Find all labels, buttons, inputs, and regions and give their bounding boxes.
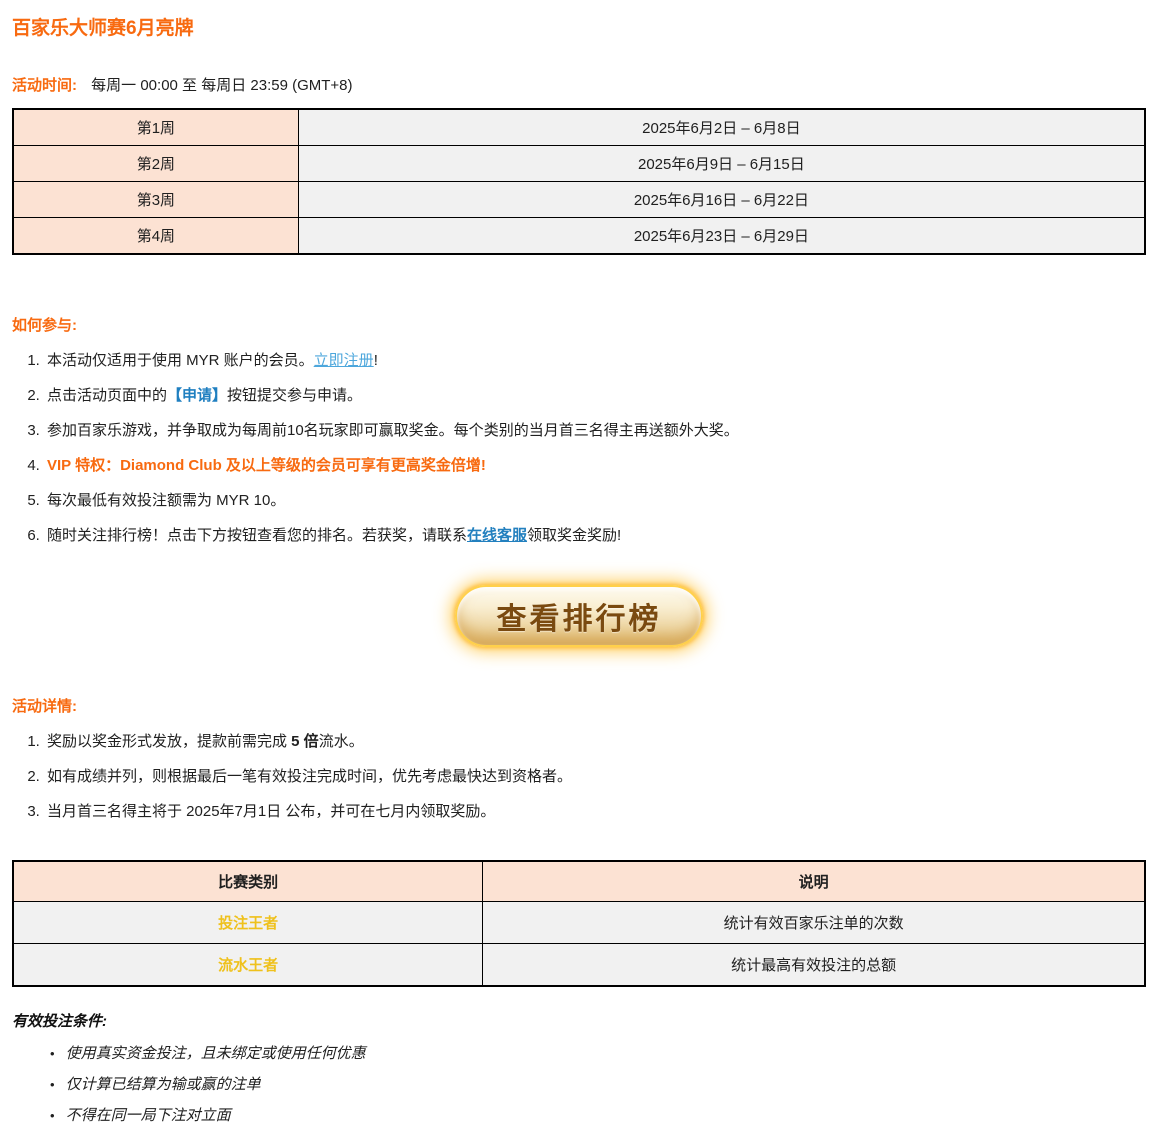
- view-leaderboard-button[interactable]: 查看排行榜: [455, 585, 703, 647]
- category-name: 流水王者: [218, 957, 278, 974]
- step6-text: 随时关注排行榜！点击下方按钮查看您的排名。若获奖，请联系: [47, 527, 467, 544]
- register-link[interactable]: 立即注册: [314, 352, 374, 369]
- categories-table: 比赛类别 说明 投注王者 统计有效百家乐注单的次数 流水王者 统计最高有效投注的…: [12, 860, 1146, 987]
- step5-text: 每次最低有效投注额需为 MYR 10。: [47, 492, 285, 509]
- list-item: VIP 特权：Diamond Club 及以上等级的会员可享有更高奖金倍增!: [44, 454, 1146, 475]
- list-item: 如有成绩并列，则根据最后一笔有效投注完成时间，优先考虑最快达到资格者。: [44, 765, 1146, 786]
- detail2-text: 如有成绩并列，则根据最后一笔有效投注完成时间，优先考虑最快达到资格者。: [47, 768, 572, 785]
- list-item: 奖励以奖金形式发放，提款前需完成 5 倍流水。: [44, 730, 1146, 751]
- how-to-join-heading: 如何参与:: [12, 314, 1146, 335]
- view-leaderboard-button-label: 查看排行榜: [497, 603, 662, 636]
- category-cell: 投注王者: [13, 902, 483, 944]
- table-row: 第4周 2025年6月23日 – 6月29日: [13, 218, 1145, 255]
- event-time-label: 活动时间:: [12, 77, 77, 94]
- page-title: 百家乐大师赛6月亮牌: [12, 13, 1146, 40]
- detail3-text: 当月首三名得主将于 2025年7月1日 公布，并可在七月内领取奖励。: [47, 803, 495, 820]
- event-time-line: 活动时间: 每周一 00:00 至 每周日 23:59 (GMT+8): [12, 74, 1146, 95]
- leaderboard-button-wrap: 查看排行榜: [12, 585, 1146, 647]
- promo-page: 百家乐大师赛6月亮牌 活动时间: 每周一 00:00 至 每周日 23:59 (…: [0, 13, 1158, 1125]
- description-cell: 统计最高有效投注的总额: [483, 944, 1145, 987]
- description-cell: 统计有效百家乐注单的次数: [483, 902, 1145, 944]
- details-list: 奖励以奖金形式发放，提款前需完成 5 倍流水。 如有成绩并列，则根据最后一笔有效…: [12, 730, 1146, 821]
- details-heading: 活动详情:: [12, 695, 1146, 716]
- detail1-suffix: 流水。: [319, 733, 364, 750]
- valid-bet-heading: 有效投注条件:: [12, 1010, 1146, 1031]
- dates-cell: 2025年6月16日 – 6月22日: [298, 182, 1145, 218]
- vip-privilege-text: VIP 特权：Diamond Club 及以上等级的会员可享有更高奖金倍增!: [47, 457, 486, 474]
- how-to-join-list: 本活动仅适用于使用 MYR 账户的会员。立即注册! 点击活动页面中的【申请】按钮…: [12, 349, 1146, 545]
- table-row: 第3周 2025年6月16日 – 6月22日: [13, 182, 1145, 218]
- step1-text: 本活动仅适用于使用 MYR 账户的会员。: [47, 352, 314, 369]
- week-cell: 第4周: [13, 218, 298, 255]
- list-item: 当月首三名得主将于 2025年7月1日 公布，并可在七月内领取奖励。: [44, 800, 1146, 821]
- apply-button-mention: 【申请】: [167, 387, 227, 404]
- turnover-multiplier: 5 倍: [291, 733, 319, 750]
- list-item: 使用真实资金投注，且未绑定或使用任何优惠: [50, 1042, 1146, 1063]
- table-row: 投注王者 统计有效百家乐注单的次数: [13, 902, 1145, 944]
- table-row: 第1周 2025年6月2日 – 6月8日: [13, 109, 1145, 146]
- week-cell: 第2周: [13, 146, 298, 182]
- step3-text: 参加百家乐游戏，并争取成为每周前10名玩家即可赢取奖金。每个类别的当月首三名得主…: [47, 422, 739, 439]
- table-header-row: 比赛类别 说明: [13, 861, 1145, 902]
- category-cell: 流水王者: [13, 944, 483, 987]
- event-time-value: 每周一 00:00 至 每周日 23:59 (GMT+8): [91, 77, 352, 94]
- dates-cell: 2025年6月2日 – 6月8日: [298, 109, 1145, 146]
- list-item: 点击活动页面中的【申请】按钮提交参与申请。: [44, 384, 1146, 405]
- table-row: 第2周 2025年6月9日 – 6月15日: [13, 146, 1145, 182]
- step6-suffix: 领取奖金奖励!: [527, 527, 621, 544]
- live-support-link[interactable]: 在线客服: [467, 527, 527, 544]
- dates-cell: 2025年6月9日 – 6月15日: [298, 146, 1145, 182]
- step2-text: 点击活动页面中的: [47, 387, 167, 404]
- detail1-text: 奖励以奖金形式发放，提款前需完成: [47, 733, 291, 750]
- list-item: 参加百家乐游戏，并争取成为每周前10名玩家即可赢取奖金。每个类别的当月首三名得主…: [44, 419, 1146, 440]
- list-item: 本活动仅适用于使用 MYR 账户的会员。立即注册!: [44, 349, 1146, 370]
- category-name: 投注王者: [218, 915, 278, 932]
- description-header-cell: 说明: [483, 861, 1145, 902]
- valid-bet-list: 使用真实资金投注，且未绑定或使用任何优惠 仅计算已结算为输或赢的注单 不得在同一…: [12, 1042, 1146, 1125]
- list-item: 仅计算已结算为输或赢的注单: [50, 1073, 1146, 1094]
- table-row: 流水王者 统计最高有效投注的总额: [13, 944, 1145, 987]
- dates-cell: 2025年6月23日 – 6月29日: [298, 218, 1145, 255]
- list-item: 不得在同一局下注对立面: [50, 1104, 1146, 1125]
- list-item: 随时关注排行榜！点击下方按钮查看您的排名。若获奖，请联系在线客服领取奖金奖励!: [44, 524, 1146, 545]
- week-cell: 第3周: [13, 182, 298, 218]
- category-header-cell: 比赛类别: [13, 861, 483, 902]
- list-item: 每次最低有效投注额需为 MYR 10。: [44, 489, 1146, 510]
- step1-suffix: !: [374, 352, 378, 369]
- schedule-table: 第1周 2025年6月2日 – 6月8日 第2周 2025年6月9日 – 6月1…: [12, 108, 1146, 255]
- week-cell: 第1周: [13, 109, 298, 146]
- step2-suffix: 按钮提交参与申请。: [227, 387, 362, 404]
